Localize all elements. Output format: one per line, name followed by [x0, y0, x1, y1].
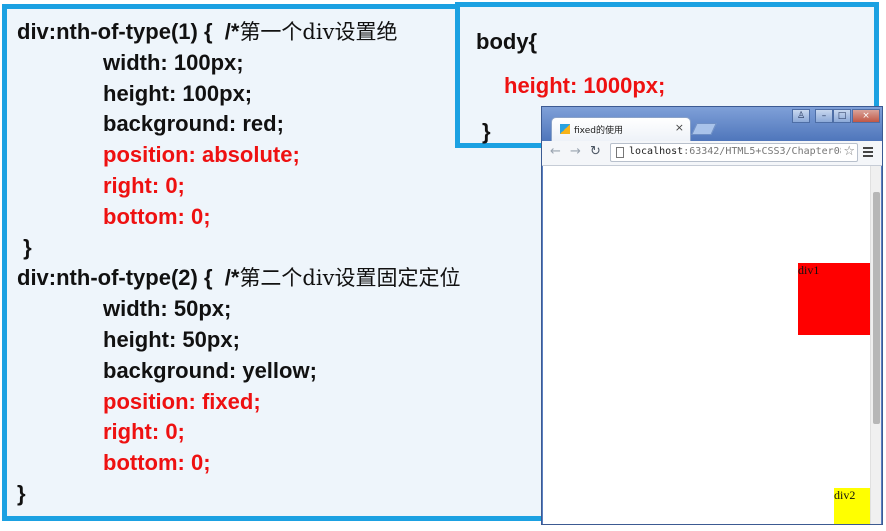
minimize-button[interactable]: –	[815, 109, 833, 123]
forward-arrow-icon[interactable]: →	[570, 144, 581, 159]
new-tab-button[interactable]	[691, 123, 717, 135]
code-line: }	[17, 233, 460, 264]
vertical-scrollbar[interactable]	[870, 166, 881, 524]
code-line: position: fixed;	[17, 387, 460, 418]
code-text: right: 0;	[103, 172, 185, 198]
code-line: right: 0;	[17, 171, 460, 202]
code-text: }	[17, 234, 32, 260]
browser-toolbar: ← → ↻ localhost:63342/HTML5+CSS3/Chapter…	[542, 141, 882, 166]
code-block: div:nth-of-type(1) { /*第一个div设置绝 width: 1…	[17, 17, 460, 510]
code-text: height: 100px;	[103, 80, 253, 106]
profile-icon[interactable]: ♙	[792, 109, 810, 123]
favicon-icon	[560, 124, 570, 134]
url-text[interactable]: localhost:63342/HTML5+CSS3/Chapter08/	[629, 146, 841, 157]
code-line: bottom: 0;	[17, 448, 460, 479]
code-text: height: 50px;	[103, 326, 240, 352]
code-line: height: 100px;	[17, 79, 460, 110]
tab-title: fixed的使用	[574, 126, 623, 136]
browser-tab[interactable]: fixed的使用 ×	[551, 117, 691, 141]
title-bar: fixed的使用 × ♙ – □ ×	[542, 107, 882, 141]
code-line: bottom: 0;	[17, 202, 460, 233]
code-text: div:nth-of-type(1) { /*	[17, 19, 240, 44]
code-text: bottom: 0;	[103, 203, 211, 229]
div2-yellow-box: div2	[834, 488, 870, 524]
address-bar[interactable]: localhost:63342/HTML5+CSS3/Chapter08/ ☆	[610, 143, 858, 162]
code-text: background: yellow;	[103, 357, 317, 383]
scrollbar-thumb[interactable]	[873, 192, 880, 424]
body-selector: body{	[476, 29, 538, 54]
body-close-brace: }	[482, 119, 491, 144]
page-icon	[616, 147, 624, 158]
code-text: width: 50px;	[103, 296, 232, 322]
code-text: position: absolute;	[103, 142, 300, 168]
maximize-button[interactable]: □	[833, 109, 851, 123]
code-line: background: red;	[17, 109, 460, 140]
bookmark-star-icon[interactable]: ☆	[843, 144, 855, 159]
code-comment: 第一个div设置绝	[239, 20, 398, 44]
code-line: right: 0;	[17, 417, 460, 448]
reload-icon[interactable]: ↻	[590, 144, 601, 159]
menu-icon[interactable]	[863, 147, 873, 158]
code-text: right: 0;	[103, 419, 185, 445]
url-host: localhost	[629, 146, 684, 157]
tab-close-icon[interactable]: ×	[675, 121, 684, 134]
code-text: position: fixed;	[103, 388, 261, 414]
code-line: background: yellow;	[17, 356, 460, 387]
code-text: }	[17, 480, 26, 506]
url-path: :63342/HTML5+CSS3/Chapter08/	[683, 146, 841, 157]
code-line: div:nth-of-type(1) { /*第一个div设置绝	[17, 17, 460, 48]
code-text: background: red;	[103, 111, 284, 137]
code-text: bottom: 0;	[103, 450, 211, 476]
code-line: }	[17, 479, 460, 510]
close-window-button[interactable]: ×	[852, 109, 880, 123]
div1-label: div1	[798, 263, 820, 277]
code-text: div:nth-of-type(2) { /*	[17, 265, 240, 291]
page-viewport: div1 div2	[543, 166, 881, 524]
code-line: width: 100px;	[17, 48, 460, 79]
code-line: height: 50px;	[17, 325, 460, 356]
code-line: width: 50px;	[17, 294, 460, 325]
code-line: position: absolute;	[17, 140, 460, 171]
body-height-rule: height: 1000px;	[504, 73, 666, 98]
code-comment: 第二个div设置固定定位	[239, 266, 461, 291]
back-arrow-icon[interactable]: ←	[550, 144, 561, 159]
div2-label: div2	[834, 488, 856, 502]
div1-red-box: div1	[798, 263, 870, 335]
code-text: width: 100px;	[103, 49, 244, 75]
code-line: div:nth-of-type(2) { /*第二个div设置固定定位	[17, 263, 460, 294]
browser-window: fixed的使用 × ♙ – □ × ← → ↻ localhost:63342…	[541, 106, 883, 525]
